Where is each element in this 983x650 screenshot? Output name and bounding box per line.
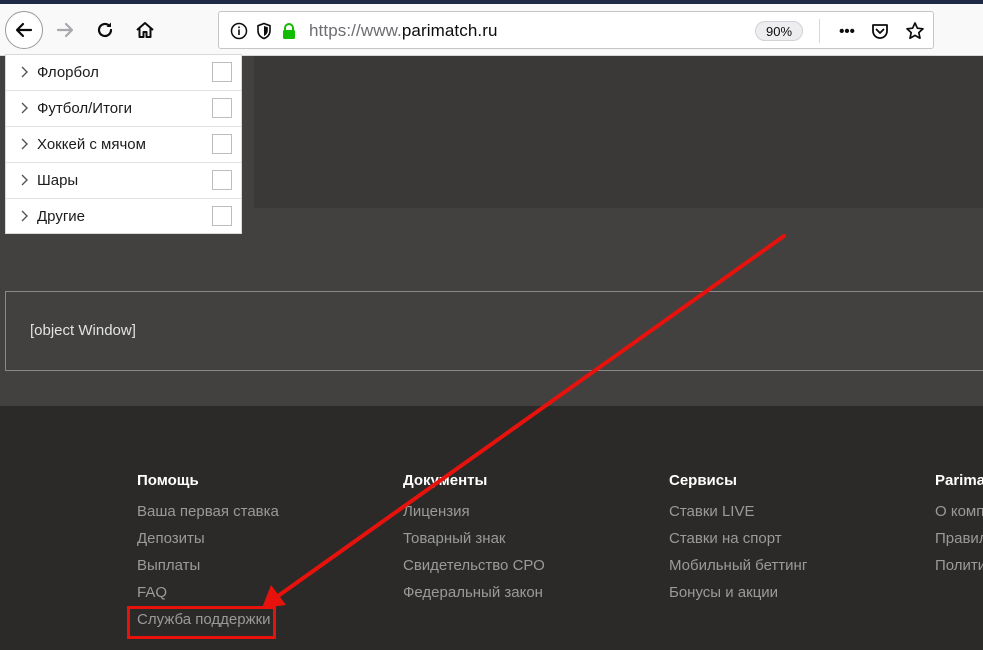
footer-link[interactable]: О компании [935,503,983,530]
footer-column-title: Документы [403,472,488,489]
browser-toolbar: https://www.parimatch.ru 90% ••• [0,4,983,56]
screenshot: https://www.parimatch.ru 90% ••• Флорбол… [0,0,983,650]
star-icon[interactable] [905,21,925,41]
dropdown-item-label: Хоккей с мячом [37,136,146,153]
footer-link[interactable]: Ваша первая ставка [137,503,279,530]
dropdown-item-label: Футбол/Итоги [37,100,132,117]
dropdown-item-checkbox[interactable] [212,98,232,118]
reload-button[interactable] [90,15,120,45]
dropdown-item[interactable]: Другие [6,199,241,235]
more-actions-icon[interactable]: ••• [835,21,859,41]
footer-link[interactable]: Ставки LIVE [669,503,807,530]
footer-column-title: Сервисы [669,472,737,489]
footer-link[interactable]: Бонусы и акции [669,584,807,611]
chevron-right-icon [21,210,28,222]
dropdown-item-label: Другие [37,208,86,225]
dropdown-item[interactable]: Шары [6,163,241,199]
footer-column-parimatch: Parimatch О компании Правила Политика [935,472,983,584]
chevron-right-icon [21,138,28,150]
shield-icon[interactable] [254,21,274,41]
object-window-text: [object Window] [30,322,136,339]
footer-link[interactable]: Свидетельство СРО [403,557,545,584]
footer-link[interactable]: Выплаты [137,557,279,584]
footer-link[interactable]: Лицензия [403,503,545,530]
annotation-highlight-box [127,606,276,639]
footer-column-title: Помощь [137,472,199,489]
footer-link[interactable]: Политика [935,557,983,584]
dropdown-item[interactable]: Футбол/Итоги [6,91,241,127]
footer-link[interactable]: Ставки на спорт [669,530,807,557]
chevron-right-icon [21,174,28,186]
dropdown-item[interactable]: Хоккей с мячом [6,127,241,163]
arrow-right-icon [56,22,74,38]
footer-link[interactable]: Депозиты [137,530,279,557]
back-button[interactable] [5,11,43,49]
footer-link[interactable]: Мобильный беттинг [669,557,807,584]
dropdown-item-checkbox[interactable] [212,206,232,226]
footer-column-title: Parimatch [935,472,983,489]
address-bar[interactable]: https://www.parimatch.ru 90% ••• [218,11,934,49]
footer-column-documents: Документы Лицензия Товарный знак Свидете… [403,472,545,611]
footer-link[interactable]: Федеральный закон [403,584,545,611]
dropdown-item-label: Шары [37,172,79,189]
url-protocol: https://www. [309,21,402,40]
dropdown-item-checkbox[interactable] [212,134,232,154]
url-text[interactable]: https://www.parimatch.ru [309,21,498,41]
footer-column-services: Сервисы Ставки LIVE Ставки на спорт Моби… [669,472,807,611]
reload-icon [97,22,113,38]
url-host: parimatch.ru [401,21,498,40]
home-icon [136,22,154,38]
object-window-box: [object Window] [5,291,983,371]
chevron-right-icon [21,66,28,78]
info-icon[interactable] [229,21,249,41]
dropdown-item[interactable]: Флорбол [6,55,241,91]
chevron-right-icon [21,102,28,114]
dropdown-item-label: Флорбол [37,64,99,81]
arrow-left-icon [15,22,33,38]
content-panel [254,56,983,208]
lock-icon[interactable] [279,21,299,41]
url-separator [819,19,820,43]
home-button[interactable] [130,15,160,45]
dropdown-item-checkbox[interactable] [212,62,232,82]
zoom-badge[interactable]: 90% [755,21,803,41]
footer-link[interactable]: Товарный знак [403,530,545,557]
footer-link[interactable]: Правила [935,530,983,557]
sport-filter-dropdown: Флорбол Футбол/Итоги Хоккей с мячом Шары… [5,54,242,234]
dropdown-item-checkbox[interactable] [212,170,232,190]
pocket-icon[interactable] [870,21,890,41]
forward-button[interactable] [50,15,80,45]
